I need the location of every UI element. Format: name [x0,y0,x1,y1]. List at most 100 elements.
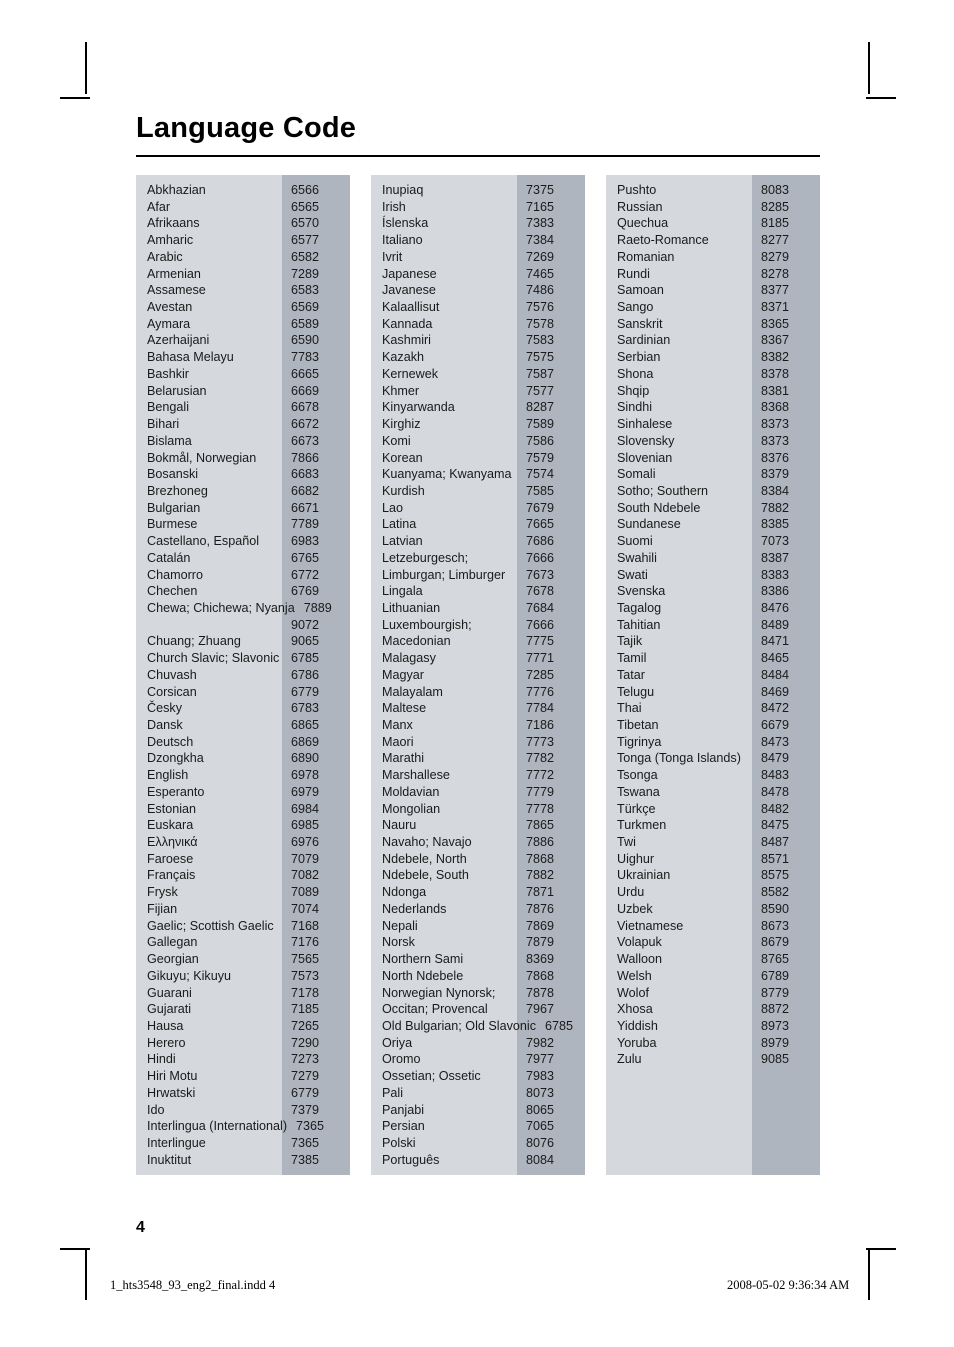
table-row: Burmese 7789 [136,517,350,534]
table-row: Oromo 7977 [371,1052,585,1069]
language-name: Thai [617,701,642,716]
table-row: Raeto-Romance 8277 [606,233,820,250]
language-code: 7576 [526,300,555,315]
table-row: Deutsch 6869 [136,735,350,752]
language-code: 6582 [291,249,320,264]
language-code: 8373 [761,417,790,432]
language-code: 6779 [291,1085,320,1100]
table-row: Sindhi 8368 [606,400,820,417]
language-name: Estonian [147,801,197,816]
language-name: Suomi [617,534,653,549]
table-row: Svenska 8386 [606,584,820,601]
language-name: Tswana [617,784,660,799]
table-row: Bislama 6673 [136,434,350,451]
language-code: 8484 [761,667,790,682]
language-name: Esperanto [147,784,205,799]
language-code: 7666 [526,550,555,565]
language-name: Íslenska [382,216,429,231]
language-code: 6673 [291,433,320,448]
language-name: Korean [382,450,423,465]
language-name: Yiddish [617,1018,658,1033]
language-name: Welsh [617,968,652,983]
table-row: Lao 7679 [371,501,585,518]
table-row: Inuktitut 7385 [136,1153,350,1170]
language-code: 8373 [761,433,790,448]
language-code: 8379 [761,467,790,482]
table-row: Guarani 7178 [136,986,350,1003]
language-code: 9085 [761,1052,790,1067]
table-row: Turkmen 8475 [606,818,820,835]
language-name: Tonga (Tonga Islands) [617,751,741,766]
language-name: Swati [617,567,648,582]
table-row: Česky 6783 [136,701,350,718]
language-code: 7486 [526,283,555,298]
language-code: 6683 [291,467,320,482]
language-name: Sotho; Southern [617,483,709,498]
language-code: 7782 [526,751,555,766]
table-row: Bokmål, Norwegian 7866 [136,451,350,468]
print-footer: 1_hts3548_93_eng2_final.indd 4 2008-05-0… [0,1278,954,1302]
language-name: Bislama [147,433,192,448]
table-row: Korean 7579 [371,451,585,468]
language-name: Tsonga [617,768,658,783]
table-row: 9072 [136,618,350,635]
language-name: Chuvash [147,667,197,682]
language-code: 7878 [526,985,555,1000]
crop-mark-top-left-vertical [85,42,87,94]
language-name: Ossetian; Ossetic [382,1069,481,1084]
language-name: Panjabi [382,1102,425,1117]
table-row: Estonian 6984 [136,802,350,819]
language-code: 7587 [526,366,555,381]
language-column-2: Inupiaq 7375 Irish 7165 Íslenska 7383 Italiano… [371,175,585,1175]
table-row: Vietnamese 8673 [606,919,820,936]
language-name: Kuanyama; Kwanyama [382,467,512,482]
language-code: 7165 [526,199,555,214]
table-row: Somali 8379 [606,467,820,484]
table-row: Tahitian 8489 [606,618,820,635]
language-name: Norwegian Nynorsk; [382,985,496,1000]
table-row: Aymara 6589 [136,317,350,334]
language-name: Urdu [617,885,645,900]
language-code: 9065 [291,634,320,649]
language-code: 7465 [526,266,555,281]
language-name: Avestan [147,300,193,315]
language-name: Georgian [147,952,199,967]
table-row: Ukrainian 8575 [606,868,820,885]
language-name: Sardinian [617,333,671,348]
language-name: Irish [382,199,406,214]
language-name: Aymara [147,316,191,331]
table-row: Twi 8487 [606,835,820,852]
language-code: 6565 [291,199,320,214]
language-name: Nepali [382,918,418,933]
language-name: Frysk [147,885,178,900]
table-row: Serbian 8382 [606,350,820,367]
language-name: Hausa [147,1018,184,1033]
language-name: Uighur [617,851,655,866]
table-row: Bulgarian 6671 [136,501,350,518]
language-name: Raeto-Romance [617,233,709,248]
language-code: 7983 [526,1069,555,1084]
language-code: 8371 [761,300,790,315]
table-row: Occitan; Provencal 7967 [371,1002,585,1019]
language-name: Nauru [382,818,417,833]
language-code: 6590 [291,333,320,348]
table-row: Samoan 8377 [606,283,820,300]
language-code: 6785 [291,651,320,666]
language-code: 7866 [291,450,320,465]
crop-mark-top-right-horizontal [866,97,896,99]
table-row: Esperanto 6979 [136,785,350,802]
table-row: Kannada 7578 [371,317,585,334]
table-row: Kashmiri 7583 [371,333,585,350]
table-row [606,1119,820,1136]
language-name: Shona [617,366,654,381]
language-code: 8185 [761,216,790,231]
language-name: Latvian [382,534,423,549]
language-name: Russian [617,199,663,214]
language-code: 8590 [761,901,790,916]
language-code: 7977 [526,1052,555,1067]
table-row: Zulu 9085 [606,1052,820,1069]
language-code: 7871 [526,885,555,900]
language-name: Kirghiz [382,417,421,432]
table-row: Tamil 8465 [606,651,820,668]
language-name: Gallegan [147,935,198,950]
